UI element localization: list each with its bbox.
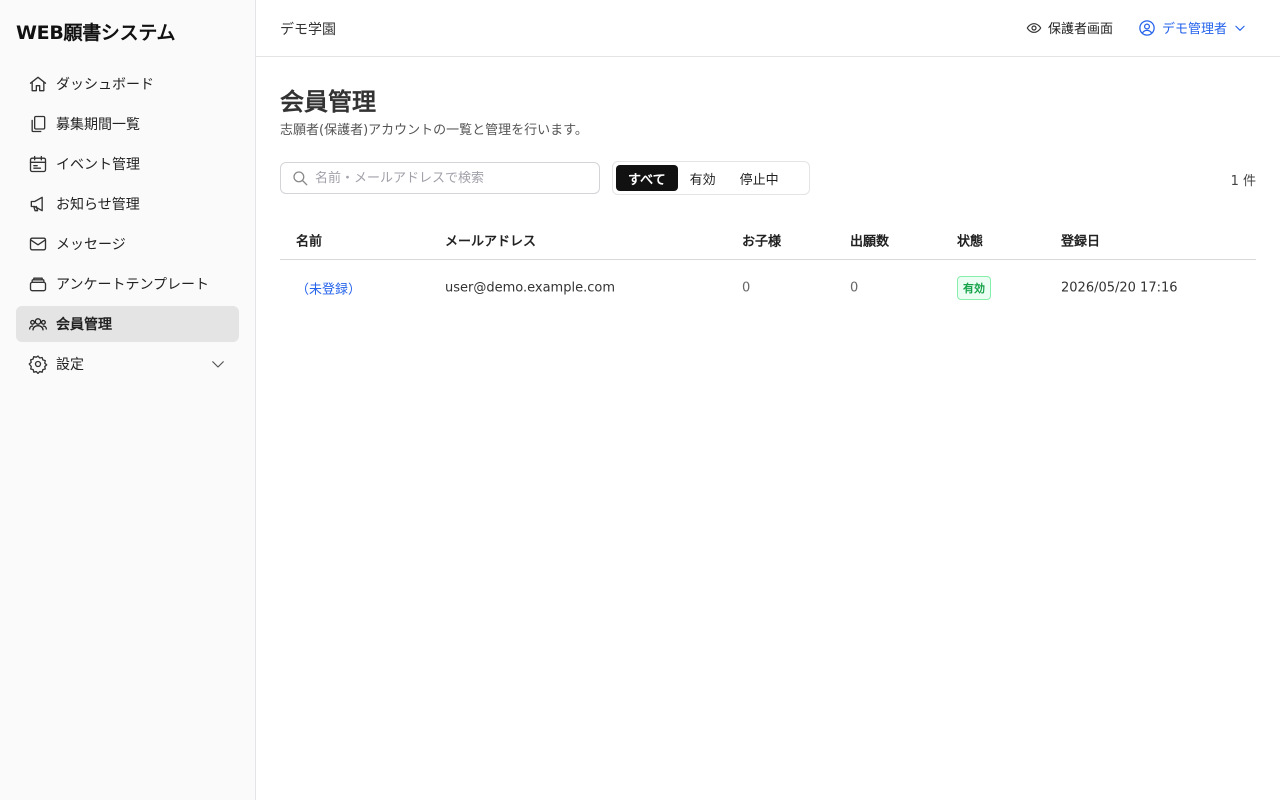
home-icon <box>28 74 48 94</box>
sidebar-nav: ダッシュボード 募集期間一覧 イベント管理 お知らせ管理 メッセージ アンケート… <box>16 66 239 386</box>
mail-icon <box>28 234 48 254</box>
sidebar-item-label: イベント管理 <box>56 157 140 173</box>
sidebar-item-messages[interactable]: メッセージ <box>16 226 239 262</box>
member-name-link[interactable]: （未登録） <box>296 279 361 298</box>
filter-active-button[interactable]: 有効 <box>678 165 728 191</box>
user-menu[interactable]: デモ管理者 <box>1138 18 1247 37</box>
table-header: 名前 メールアドレス お子様 出願数 状態 登録日 <box>280 220 1256 260</box>
sidebar-item-label: 会員管理 <box>56 317 112 333</box>
status-filter: すべて 有効 停止中 <box>612 161 810 195</box>
top-header: デモ学園 保護者画面 デモ管理者 <box>256 0 1280 57</box>
member-application-count: 0 <box>850 280 859 296</box>
members-table: 名前 メールアドレス お子様 出願数 状態 登録日 （未登録） user@dem… <box>280 220 1256 316</box>
eye-icon <box>1026 20 1042 36</box>
guardian-view-link[interactable]: 保護者画面 <box>1026 18 1113 37</box>
calendar-icon <box>28 154 48 174</box>
result-count: 1 件 <box>1230 174 1256 189</box>
sidebar-item-label: お知らせ管理 <box>56 197 140 213</box>
users-icon <box>28 314 48 334</box>
member-email: user@demo.example.com <box>445 280 615 296</box>
search-box[interactable] <box>280 162 600 194</box>
column-header-children[interactable]: お子様 <box>742 230 781 249</box>
gear-icon <box>28 354 48 374</box>
documents-icon <box>28 114 48 134</box>
column-header-email[interactable]: メールアドレス <box>445 230 536 249</box>
filter-suspended-button[interactable]: 停止中 <box>728 165 791 191</box>
user-name: デモ管理者 <box>1162 22 1228 37</box>
table-row[interactable]: （未登録） user@demo.example.com 0 0 有効 2026/… <box>280 260 1256 316</box>
column-header-registered[interactable]: 登録日 <box>1061 230 1100 249</box>
megaphone-icon <box>28 194 48 214</box>
school-name: デモ学園 <box>280 22 336 38</box>
user-circle-icon <box>1138 19 1156 37</box>
sidebar-item-announcements[interactable]: お知らせ管理 <box>16 186 239 222</box>
sidebar: WEB願書システム ダッシュボード 募集期間一覧 イベント管理 お知らせ管理 メ… <box>0 0 256 800</box>
sidebar-item-survey-templates[interactable]: アンケートテンプレート <box>16 266 239 302</box>
chevron-down-icon[interactable] <box>209 355 227 373</box>
sidebar-item-label: ダッシュボード <box>56 77 154 93</box>
page-description: 志願者(保護者)アカウントの一覧と管理を行います。 <box>280 123 588 138</box>
sidebar-item-events[interactable]: イベント管理 <box>16 146 239 182</box>
sidebar-item-label: 募集期間一覧 <box>56 117 140 133</box>
column-header-name[interactable]: 名前 <box>296 230 322 249</box>
sidebar-item-dashboard[interactable]: ダッシュボード <box>16 66 239 102</box>
sidebar-item-settings[interactable]: 設定 <box>16 346 239 382</box>
status-badge: 有効 <box>957 276 991 300</box>
sidebar-item-recruitment-periods[interactable]: 募集期間一覧 <box>16 106 239 142</box>
member-registered-date: 2026/05/20 17:16 <box>1061 280 1178 296</box>
sidebar-item-label: 設定 <box>56 357 84 373</box>
search-input[interactable] <box>315 170 585 186</box>
sidebar-item-label: アンケートテンプレート <box>56 277 210 293</box>
column-header-applications[interactable]: 出願数 <box>850 230 889 249</box>
filter-all-button[interactable]: すべて <box>616 165 678 191</box>
chevron-down-icon <box>1233 21 1247 35</box>
guardian-view-label: 保護者画面 <box>1048 22 1114 37</box>
search-icon <box>291 169 309 187</box>
app-title: WEB願書システム <box>16 22 176 44</box>
stack-icon <box>28 274 48 294</box>
member-children-count: 0 <box>742 280 751 296</box>
sidebar-item-members[interactable]: 会員管理 <box>16 306 239 342</box>
column-header-status[interactable]: 状態 <box>957 230 983 249</box>
page-title: 会員管理 <box>280 88 376 116</box>
sidebar-item-label: メッセージ <box>56 237 126 253</box>
